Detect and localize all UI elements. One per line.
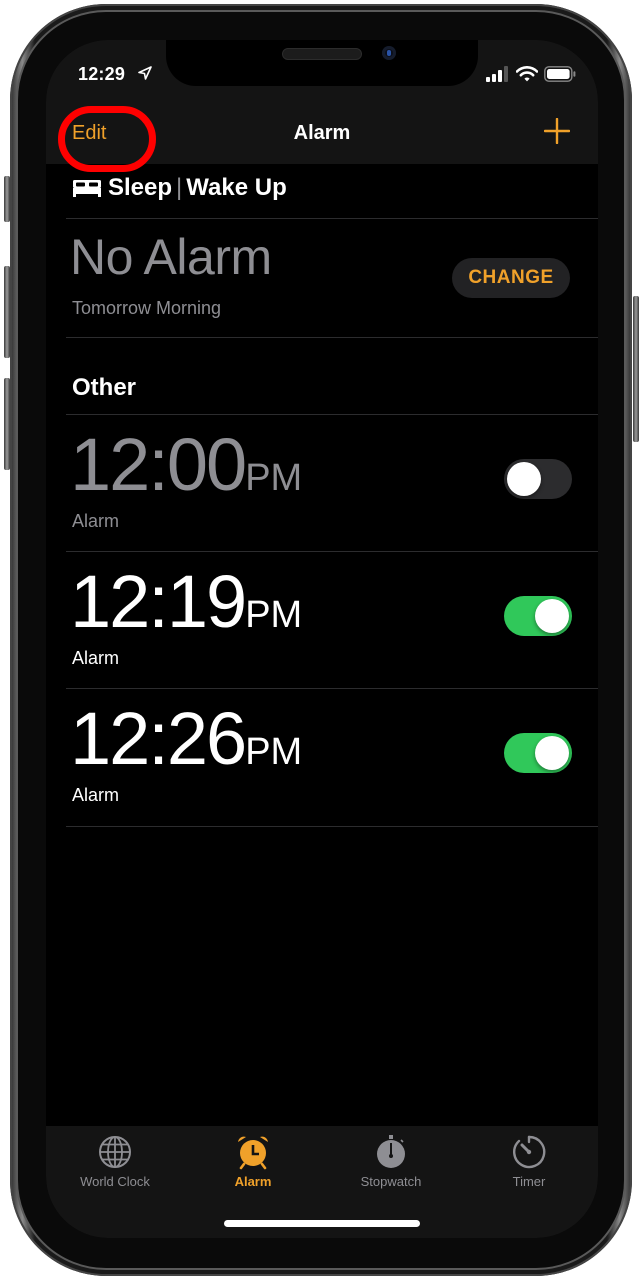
add-alarm-button[interactable] (544, 118, 570, 144)
tab-stopwatch[interactable]: Stopwatch (322, 1134, 460, 1189)
alarm-time-value: 12:26 (70, 697, 247, 780)
front-camera (382, 46, 396, 60)
change-button[interactable]: CHANGE (452, 258, 570, 298)
alarm-row[interactable]: 12:26PM Alarm (46, 689, 598, 826)
divider (66, 218, 598, 219)
tab-timer[interactable]: Timer (460, 1134, 598, 1189)
location-arrow-icon (138, 66, 152, 80)
alarm-toggle[interactable] (504, 733, 572, 773)
speaker-grille (282, 48, 362, 60)
toggle-knob (507, 462, 541, 496)
alarm-ampm: PM (245, 457, 303, 499)
alarm-row[interactable]: 12:19PM Alarm (46, 552, 598, 689)
tab-label: World Clock (80, 1174, 150, 1189)
alarm-label: Alarm (72, 648, 120, 668)
globe-icon (99, 1136, 131, 1168)
volume-up-button (4, 266, 10, 358)
volume-down-button (4, 378, 10, 470)
wake-up-label: Wake Up (186, 174, 287, 201)
wifi-icon (516, 66, 538, 82)
tab-label: Stopwatch (360, 1174, 422, 1189)
divider (66, 337, 598, 338)
alarm-time-value: 12:19 (70, 560, 247, 643)
tab-alarm[interactable]: Alarm (184, 1134, 322, 1189)
timer-icon (513, 1135, 546, 1169)
sleep-separator: | (176, 174, 183, 201)
side-button (633, 296, 639, 442)
alarm-time: 12:19PM (70, 562, 302, 655)
alarm-row[interactable]: 12:00PM Alarm (46, 415, 598, 552)
tab-label: Timer (512, 1174, 546, 1189)
alarm-toggle[interactable] (504, 459, 572, 499)
cellular-signal-icon (486, 66, 508, 82)
sleep-section-header: Sleep | Wake Up (72, 174, 287, 202)
bed-icon (73, 180, 101, 197)
alarm-ampm: PM (245, 731, 303, 773)
alarm-toggle[interactable] (504, 596, 572, 636)
tab-label: Alarm (234, 1174, 272, 1189)
alarm-time-value: 12:00 (70, 423, 247, 506)
edit-highlight-annotation (58, 106, 156, 172)
toggle-knob (535, 736, 569, 770)
alarm-clock-icon (238, 1136, 268, 1170)
sleep-alarm-time: No Alarm (70, 229, 272, 285)
alarm-time: 12:26PM (70, 699, 302, 792)
battery-icon (544, 66, 576, 82)
divider (66, 826, 598, 827)
silent-switch (4, 176, 10, 222)
home-indicator[interactable] (224, 1220, 420, 1227)
status-icons (486, 66, 576, 82)
screen: 12:29 Edit Alarm Sleep | Wake Up No Alar… (46, 40, 598, 1238)
stopwatch-icon (377, 1135, 405, 1168)
sleep-alarm-subtitle: Tomorrow Morning (72, 298, 222, 318)
alarm-time: 12:00PM (70, 425, 302, 518)
toggle-knob (535, 599, 569, 633)
alarm-label: Alarm (72, 785, 120, 805)
notch (166, 40, 478, 86)
alarm-label: Alarm (72, 511, 120, 531)
status-time: 12:29 (78, 64, 126, 84)
other-section-header: Other (72, 374, 137, 401)
tab-world-clock[interactable]: World Clock (46, 1134, 184, 1189)
sleep-label: Sleep (108, 174, 173, 201)
alarm-ampm: PM (245, 594, 303, 636)
